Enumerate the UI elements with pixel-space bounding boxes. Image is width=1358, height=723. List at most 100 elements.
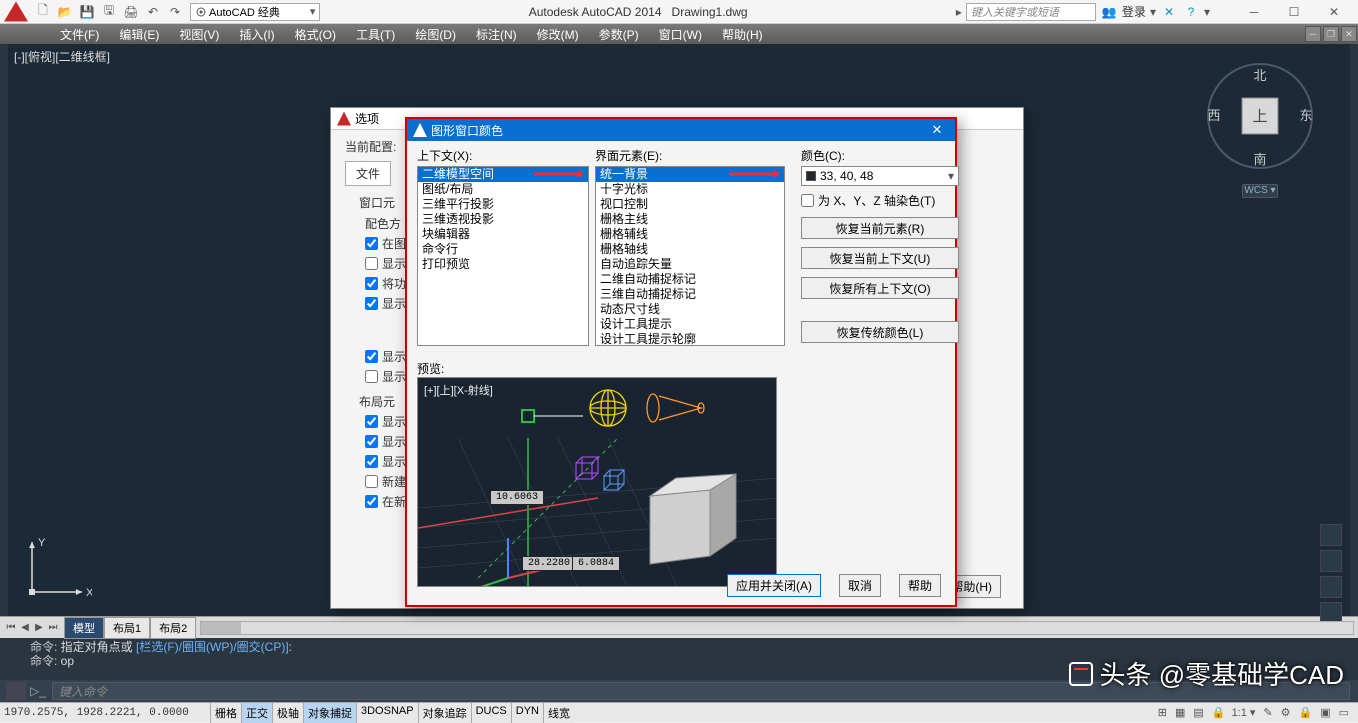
qv-drawing-icon[interactable]: ▤ <box>1190 706 1206 719</box>
menu-绘图[interactable]: 绘图(D) <box>405 24 466 44</box>
help-button[interactable]: 帮助 <box>899 574 941 597</box>
status-toggle-栅格[interactable]: 栅格 <box>210 703 241 723</box>
saveas-icon[interactable]: 🖫 <box>100 3 118 21</box>
chk-tooltips[interactable] <box>365 297 378 310</box>
wcs-badge[interactable]: WCS ▾ <box>1242 184 1278 198</box>
app-logo-icon[interactable] <box>4 2 28 22</box>
status-toggle-正交[interactable]: 正交 <box>241 703 272 723</box>
element-item[interactable]: 视口控制 <box>596 197 784 212</box>
annotation-visibility-icon[interactable]: ✎ <box>1260 706 1275 719</box>
context-item[interactable]: 打印预览 <box>418 257 588 272</box>
tab-layout1[interactable]: 布局1 <box>104 617 150 639</box>
print-icon[interactable]: 🖨 <box>122 3 140 21</box>
redo-icon[interactable]: ↷ <box>166 3 184 21</box>
annotation-scale[interactable]: 🔒 1:1▾ <box>1209 706 1259 719</box>
menu-标注[interactable]: 标注(N) <box>466 24 527 44</box>
chk-layout3[interactable] <box>365 455 378 468</box>
customize-icon[interactable] <box>6 682 26 700</box>
chk-layout2[interactable] <box>365 435 378 448</box>
signin-button[interactable]: 登录 <box>1122 3 1146 21</box>
menu-视图[interactable]: 视图(V) <box>169 24 229 44</box>
close-button[interactable]: ✕ <box>1314 1 1354 23</box>
chk-layout4[interactable] <box>365 475 378 488</box>
model-button[interactable]: ⊞ <box>1155 706 1170 719</box>
mdi-restore-button[interactable]: ❐ <box>1323 26 1339 42</box>
element-item[interactable]: 统一背景 <box>596 167 784 182</box>
context-item[interactable]: 三维透视投影 <box>418 212 588 227</box>
chk-layout5[interactable] <box>365 495 378 508</box>
workspace-icon[interactable]: ⚙ <box>1278 706 1294 719</box>
tab-next-button[interactable]: ▶ <box>32 622 46 633</box>
undo-icon[interactable]: ↶ <box>144 3 162 21</box>
restore-all-button[interactable]: 恢复所有上下文(O) <box>801 277 959 299</box>
status-toggle-对象追踪[interactable]: 对象追踪 <box>418 703 471 723</box>
context-listbox[interactable]: 二维模型空间图纸/布局三维平行投影三维透视投影块编辑器命令行打印预览 <box>417 166 589 346</box>
nav-wheel-icon[interactable] <box>1320 524 1342 546</box>
element-listbox[interactable]: 统一背景十字光标视口控制栅格主线栅格辅线栅格轴线自动追踪矢量二维自动捕捉标记三维… <box>595 166 785 346</box>
chk-show-file-tabs[interactable] <box>365 370 378 383</box>
save-icon[interactable]: 💾 <box>78 3 96 21</box>
element-item[interactable]: 栅格辅线 <box>596 227 784 242</box>
element-item[interactable]: 动态尺寸线 <box>596 302 784 317</box>
tab-prev-button[interactable]: ◀ <box>18 622 32 633</box>
hardware-accel-icon[interactable]: ▣ <box>1317 706 1333 719</box>
status-toggle-DUCS[interactable]: DUCS <box>471 703 511 723</box>
tint-checkbox[interactable] <box>801 194 814 207</box>
qv-layout-icon[interactable]: ▦ <box>1172 706 1188 719</box>
status-toggle-3DOSNAP[interactable]: 3DOSNAP <box>356 703 418 723</box>
menu-修改[interactable]: 修改(M) <box>527 24 589 44</box>
clean-screen-icon[interactable]: ▭ <box>1336 706 1352 719</box>
right-toolbar[interactable] <box>1350 44 1358 616</box>
viewport-label[interactable]: [-][俯视][二维线框] <box>14 48 110 65</box>
menu-格式[interactable]: 格式(O) <box>285 24 346 44</box>
menu-插入[interactable]: 插入(I) <box>229 24 284 44</box>
nav-pan-icon[interactable] <box>1320 550 1342 572</box>
mdi-minimize-button[interactable]: ─ <box>1305 26 1321 42</box>
maximize-button[interactable]: ☐ <box>1274 1 1314 23</box>
color-dialog-close-button[interactable]: ✕ <box>925 122 949 138</box>
chk-show-rollover[interactable] <box>365 350 378 363</box>
chk-layout1[interactable] <box>365 415 378 428</box>
help-icon[interactable]: ? <box>1182 3 1200 21</box>
chk-large-buttons[interactable] <box>365 277 378 290</box>
minimize-button[interactable]: ─ <box>1234 1 1274 23</box>
menu-窗口[interactable]: 窗口(W) <box>649 24 712 44</box>
status-toggle-线宽[interactable]: 线宽 <box>543 703 574 723</box>
element-item[interactable]: 十字光标 <box>596 182 784 197</box>
element-item[interactable]: 二维自动捕捉标记 <box>596 272 784 287</box>
tab-first-button[interactable]: ⏮ <box>4 622 18 633</box>
restore-context-button[interactable]: 恢复当前上下文(U) <box>801 247 959 269</box>
viewcube[interactable]: 北 西 东 南 上 <box>1200 56 1320 176</box>
workspace-selector[interactable]: AutoCAD 经典 ▾ <box>190 3 320 21</box>
element-item[interactable]: 设计工具提示轮廓 <box>596 332 784 346</box>
h-scrollbar[interactable] <box>200 621 1354 635</box>
status-toggle-DYN[interactable]: DYN <box>511 703 543 723</box>
color-dropdown[interactable]: 33, 40, 48 ▾ <box>801 166 959 186</box>
element-item[interactable]: 栅格主线 <box>596 212 784 227</box>
menu-帮助[interactable]: 帮助(H) <box>712 24 773 44</box>
nav-zoom-icon[interactable] <box>1320 576 1342 598</box>
left-toolbar[interactable] <box>0 44 8 616</box>
tab-files[interactable]: 文件 <box>345 161 391 186</box>
search-icon[interactable]: 👥 <box>1100 3 1118 21</box>
lock-ui-icon[interactable]: 🔒 <box>1295 706 1315 719</box>
tab-layout2[interactable]: 布局2 <box>150 617 196 639</box>
element-item[interactable]: 自动追踪矢量 <box>596 257 784 272</box>
apply-close-button[interactable]: 应用并关闭(A) <box>727 574 821 597</box>
restore-element-button[interactable]: 恢复当前元素(R) <box>801 217 959 239</box>
context-item[interactable]: 图纸/布局 <box>418 182 588 197</box>
color-dialog-titlebar[interactable]: 图形窗口颜色 ✕ <box>407 119 955 141</box>
element-item[interactable]: 三维自动捕捉标记 <box>596 287 784 302</box>
status-toggle-对象捕捉[interactable]: 对象捕捉 <box>303 703 356 723</box>
restore-classic-button[interactable]: 恢复传统颜色(L) <box>801 321 959 343</box>
chk-scrollbars[interactable] <box>365 237 378 250</box>
exchange-icon[interactable]: ✕ <box>1160 3 1178 21</box>
status-toggle-极轴[interactable]: 极轴 <box>272 703 303 723</box>
new-icon[interactable]: 🗋 <box>34 3 52 21</box>
coordinates[interactable]: 1970.2575, 1928.2221, 0.0000 <box>0 707 210 719</box>
menu-参数[interactable]: 参数(P) <box>589 24 649 44</box>
menu-编辑[interactable]: 编辑(E) <box>109 24 169 44</box>
element-item[interactable]: 设计工具提示 <box>596 317 784 332</box>
tab-last-button[interactable]: ⏭ <box>46 622 60 633</box>
cancel-button[interactable]: 取消 <box>839 574 881 597</box>
